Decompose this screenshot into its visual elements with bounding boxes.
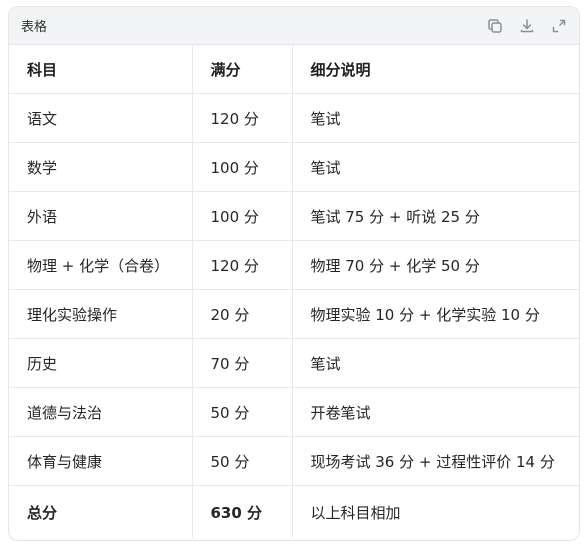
- page: 表格 科目 满分 细分说明 语文 120 分 笔试 数学 100 分 笔试 外语…: [0, 0, 588, 547]
- cell-subject: 体育与健康: [9, 436, 192, 486]
- cell-score: 50 分: [191, 436, 292, 486]
- cell-details: 笔试: [291, 93, 579, 143]
- table-row: 道德与法治 50 分 开卷笔试: [9, 387, 579, 437]
- cell-details: 开卷笔试: [291, 387, 579, 437]
- cell-subject: 道德与法治: [9, 387, 192, 437]
- cell-score: 20 分: [191, 289, 292, 339]
- cell-subject: 数学: [9, 142, 192, 192]
- table-row: 体育与健康 50 分 现场考试 36 分 + 过程性评价 14 分: [9, 436, 579, 486]
- card-header: 表格: [9, 7, 579, 45]
- cell-score: 70 分: [191, 338, 292, 388]
- cell-details: 物理实验 10 分 + 化学实验 10 分: [291, 289, 579, 339]
- total-note: 以上科目相加: [291, 485, 579, 538]
- total-label: 总分: [27, 503, 58, 522]
- table-row: 历史 70 分 笔试: [9, 338, 579, 388]
- cell-details: 笔试: [291, 142, 579, 192]
- copy-icon[interactable]: [487, 18, 503, 34]
- cell-score: 50 分: [191, 387, 292, 437]
- cell-score: 100 分: [191, 142, 292, 192]
- table-row: 外语 100 分 笔试 75 分 + 听说 25 分: [9, 191, 579, 241]
- header-actions: [487, 18, 567, 34]
- table-row: 数学 100 分 笔试: [9, 142, 579, 192]
- table-row: 语文 120 分 笔试: [9, 93, 579, 143]
- table-card: 表格 科目 满分 细分说明 语文 120 分 笔试 数学 100 分 笔试 外语…: [8, 6, 580, 541]
- cell-score: 100 分: [191, 191, 292, 241]
- expand-icon[interactable]: [551, 18, 567, 34]
- header-subject: 科目: [9, 45, 192, 94]
- header-full-score: 满分: [191, 45, 292, 94]
- card-title: 表格: [21, 20, 48, 35]
- cell-details: 物理 70 分 + 化学 50 分: [291, 240, 579, 290]
- download-icon[interactable]: [519, 18, 535, 34]
- cell-subject: 历史: [9, 338, 192, 388]
- total-score: 630 分: [191, 485, 292, 538]
- cell-subject: 物理 + 化学（合卷）: [9, 240, 192, 290]
- cell-score: 120 分: [191, 93, 292, 143]
- cell-subject: 语文: [9, 93, 192, 143]
- score-table: 科目 满分 细分说明 语文 120 分 笔试 数学 100 分 笔试 外语 10…: [9, 45, 579, 538]
- cell-details: 笔试 75 分 + 听说 25 分: [291, 191, 579, 241]
- cell-subject: 外语: [9, 191, 192, 241]
- header-details: 细分说明: [291, 45, 579, 94]
- table-row: 理化实验操作 20 分 物理实验 10 分 + 化学实验 10 分: [9, 289, 579, 339]
- table-total-row: 总分 630 分 以上科目相加: [9, 485, 579, 538]
- cell-details: 笔试: [291, 338, 579, 388]
- table-header-row: 科目 满分 细分说明: [9, 45, 579, 94]
- cell-subject: 理化实验操作: [9, 289, 192, 339]
- table-row: 物理 + 化学（合卷） 120 分 物理 70 分 + 化学 50 分: [9, 240, 579, 290]
- cell-details: 现场考试 36 分 + 过程性评价 14 分: [291, 436, 579, 486]
- cell-score: 120 分: [191, 240, 292, 290]
